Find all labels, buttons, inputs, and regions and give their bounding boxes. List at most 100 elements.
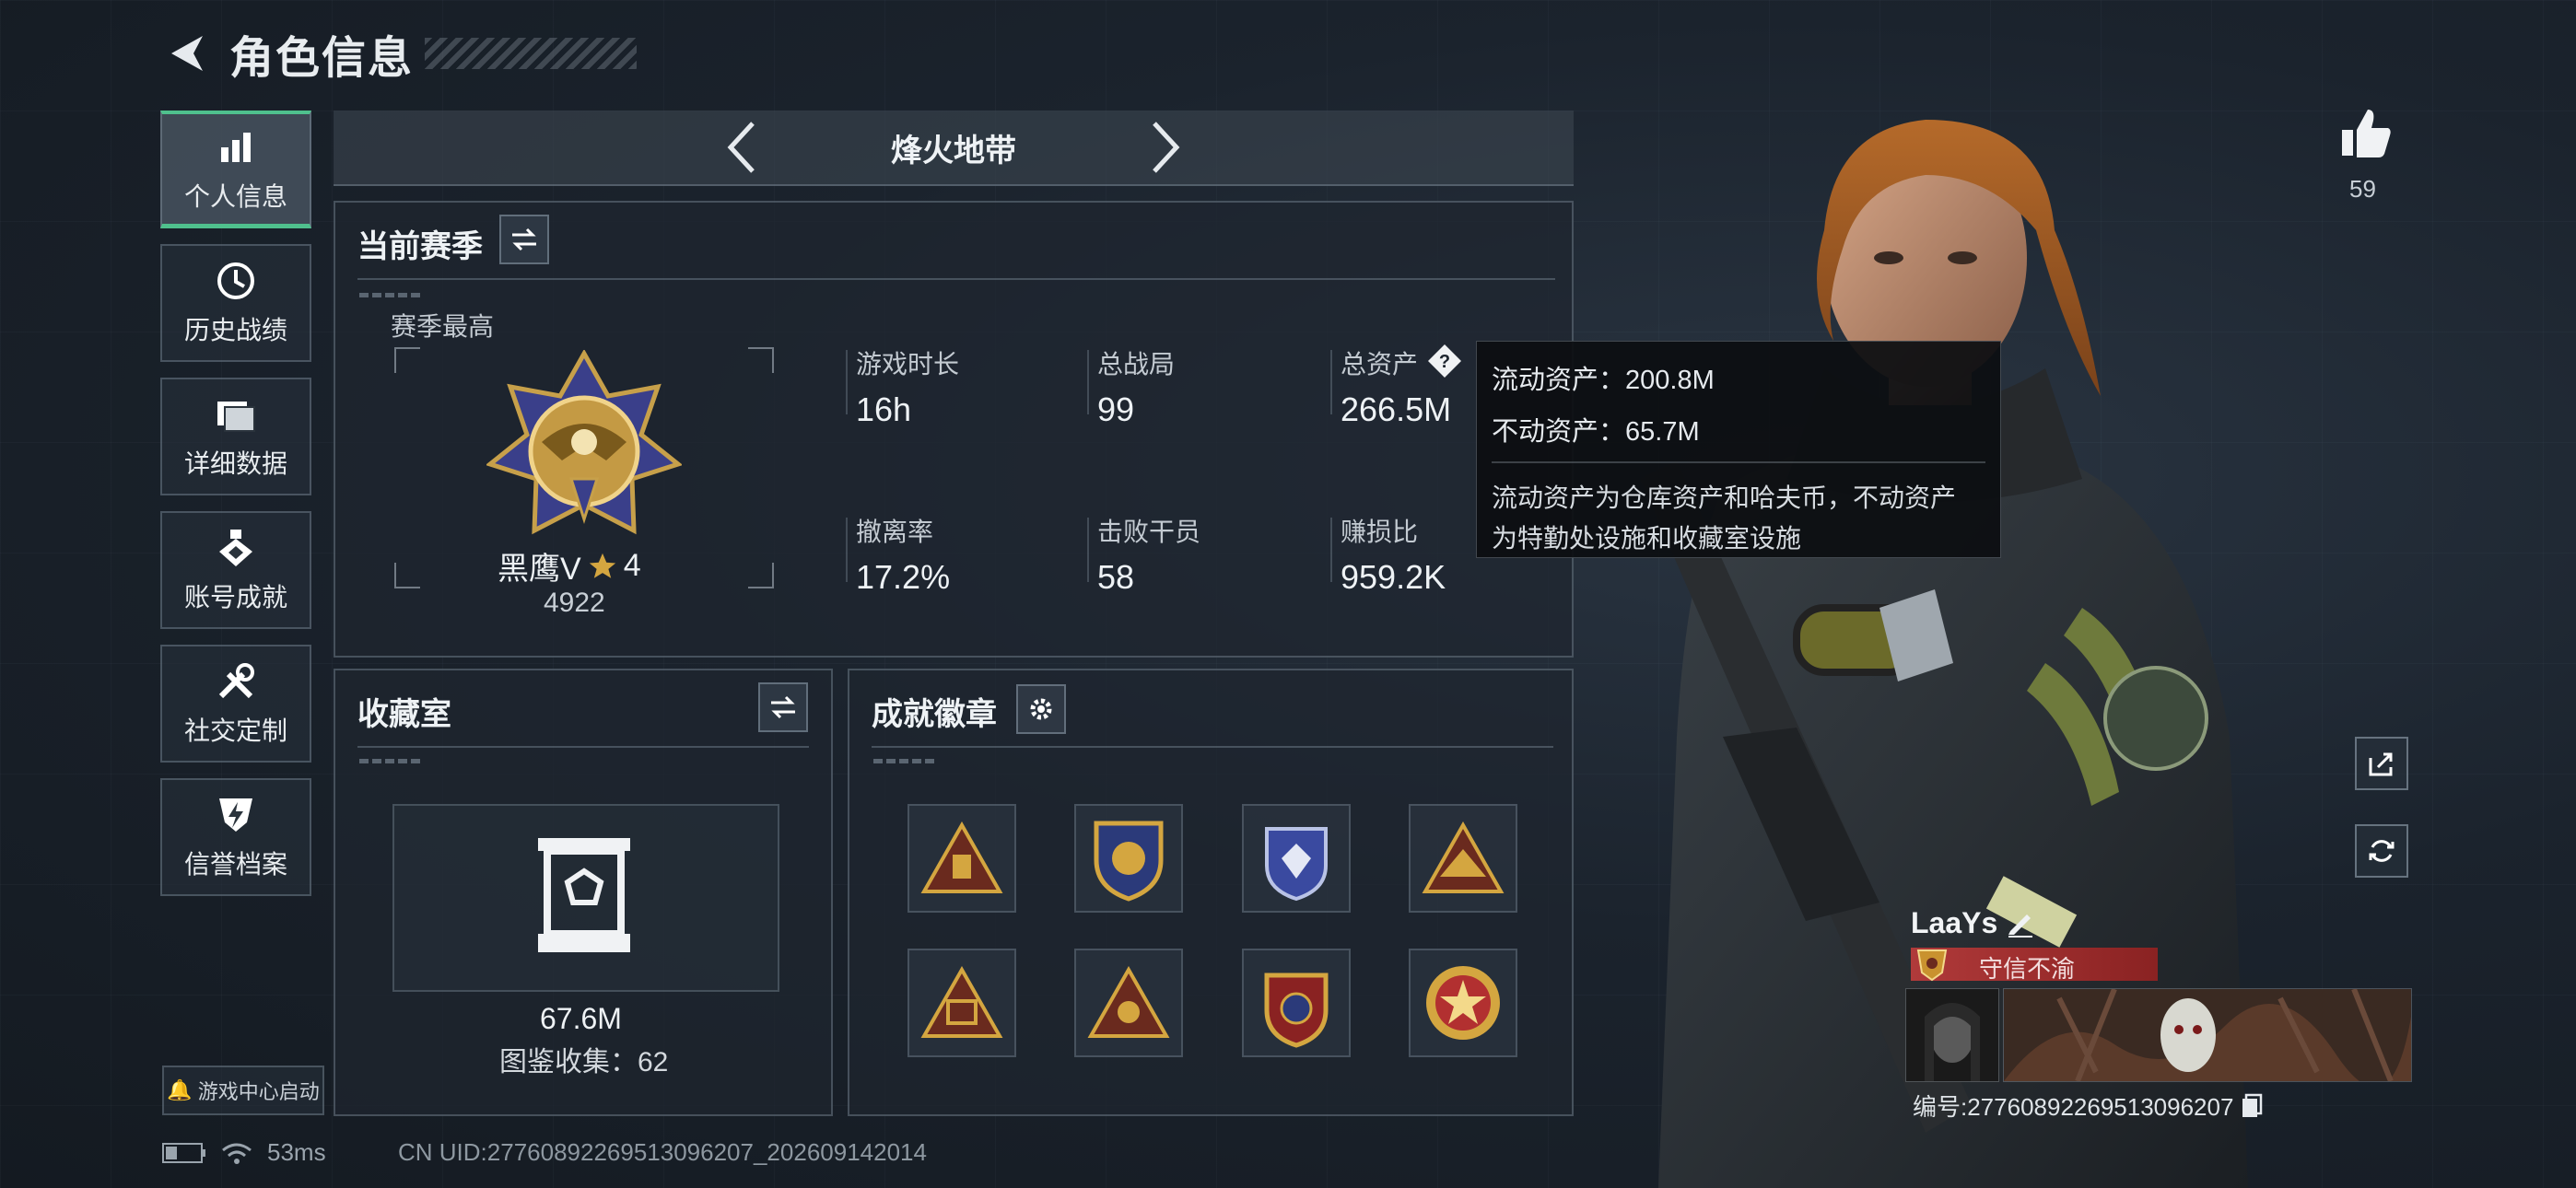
stat-label: 赚损比 (1341, 518, 1419, 546)
stat-value: 58 (1097, 558, 1135, 596)
tooltip-note: 流动资产为仓库资产和哈夫币，不动资产 (1492, 483, 1957, 512)
assets-tooltip: 流动资产：200.8M 不动资产：65.7M 流动资产为仓库资产和哈夫币，不动资… (1476, 341, 2001, 558)
avatar[interactable] (1905, 988, 1999, 1082)
divider (1330, 350, 1332, 414)
divider (873, 759, 938, 763)
divider (846, 518, 848, 582)
triangle-hands-badge-icon (1087, 966, 1170, 1038)
help-question-icon[interactable]: ? (1426, 343, 1463, 379)
shield-badge-icon (1094, 821, 1164, 902)
vault-switch-button[interactable] (758, 682, 808, 732)
achievement-badge[interactable] (907, 949, 1016, 1057)
achievement-badge[interactable] (1409, 804, 1517, 913)
vault-value: 67.6M (540, 1002, 622, 1035)
sidebar-item-social[interactable]: 社交定制 (160, 645, 311, 763)
bar-chart-icon (214, 125, 258, 169)
stat-total-matches: 总战局 99 (1097, 344, 1175, 429)
stat-extract-rate: 撤离率 17.2% (856, 512, 950, 597)
stat-kills: 击败干员 58 (1097, 512, 1200, 597)
stat-playtime: 游戏时长 16h (856, 344, 959, 429)
status-bar: 53ms (162, 1138, 326, 1167)
svg-text:?: ? (1439, 352, 1450, 372)
stat-value: 16h (856, 390, 912, 428)
sidebar: 个人信息 历史战绩 详细数据 账号成就 社交定制 信誉档案 (160, 111, 313, 912)
refresh-button[interactable] (2355, 824, 2408, 878)
bell-icon: 🔔 (167, 1078, 193, 1101)
refresh-icon (2369, 840, 2395, 862)
player-name: LaaYs (1911, 906, 1998, 939)
season-switch-button[interactable] (499, 215, 549, 264)
achievement-badge[interactable] (907, 804, 1016, 913)
uid-text: CN UID:27760892269513096207_202609142014 (398, 1138, 927, 1166)
divider (359, 293, 424, 297)
stat-value: 17.2% (856, 558, 951, 596)
stat-label: 撤离率 (856, 518, 934, 546)
sidebar-item-achievements[interactable]: 账号成就 (160, 511, 311, 629)
star-medal-badge-icon (1426, 966, 1500, 1040)
prev-mode-arrow-icon[interactable] (714, 120, 769, 175)
achievement-badge[interactable] (1242, 949, 1351, 1057)
rank-emblem-icon (486, 350, 682, 535)
thumbs-up-icon[interactable] (2338, 106, 2394, 161)
switch-arrows-icon (771, 695, 795, 719)
stat-profit-loss: 赚损比 959.2K (1341, 512, 1446, 597)
player-id-text: 编号:27760892269513096207 (1913, 1093, 2234, 1121)
edit-pencil-icon[interactable] (2005, 907, 2036, 938)
next-mode-arrow-icon[interactable] (1138, 120, 1193, 175)
stat-value: 99 (1097, 390, 1135, 428)
achievement-badge[interactable] (1409, 949, 1517, 1057)
back-arrow-icon[interactable] (161, 28, 213, 79)
switch-arrows-icon (512, 227, 536, 251)
sidebar-item-label: 历史战绩 (183, 316, 287, 344)
player-id: 编号:27760892269513096207 (1913, 1089, 2263, 1123)
stat-label: 游戏时长 (856, 350, 960, 379)
stat-label: 击败干员 (1097, 518, 1201, 546)
share-button[interactable] (2355, 737, 2408, 790)
stat-value: 266.5M (1341, 390, 1452, 428)
tooltip-note: 为特勤处设施和收藏室设施 (1492, 524, 1802, 553)
achievement-badge[interactable] (1242, 804, 1351, 913)
sidebar-item-profile[interactable]: 个人信息 (160, 111, 311, 228)
divider (1330, 518, 1332, 582)
star-shield-badge-icon (1264, 973, 1329, 1048)
sidebar-item-reputation[interactable]: 信誉档案 (160, 778, 311, 896)
page-header: 角色信息 (161, 26, 638, 83)
mode-title: 烽火地带 (891, 133, 1016, 169)
sidebar-item-history[interactable]: 历史战绩 (160, 244, 311, 362)
triangle-sd-badge-icon (920, 966, 1003, 1038)
history-clock-icon (214, 259, 258, 303)
page-title: 角色信息 (229, 34, 415, 83)
folder-icon (214, 392, 258, 437)
liquid-assets-text: 流动资产：200.8M (1492, 366, 1715, 395)
title-emblem-icon (1916, 949, 1948, 982)
star-icon (589, 553, 615, 578)
achievement-badge[interactable] (1074, 804, 1183, 913)
divider (846, 350, 848, 414)
sidebar-item-label: 详细数据 (183, 449, 287, 478)
sidebar-item-details[interactable]: 详细数据 (160, 378, 311, 495)
rank-stars: 4 (623, 548, 641, 583)
battery-icon (162, 1142, 205, 1163)
stat-value: 959.2K (1341, 558, 1446, 596)
sidebar-item-label: 个人信息 (183, 181, 287, 211)
badges-panel-title: 成就徽章 (872, 697, 997, 732)
rank-score: 4922 (544, 588, 605, 618)
title-decoration (425, 38, 638, 69)
rank-name: 黑鹰V 4 (498, 543, 641, 588)
medal-icon (214, 526, 258, 570)
shield-bolt-icon (214, 793, 258, 837)
sidebar-item-label: 信誉档案 (183, 850, 287, 879)
game-center-button[interactable]: 🔔 游戏中心启动 (162, 1066, 324, 1115)
divider (359, 759, 424, 763)
ping-text: 53ms (267, 1138, 326, 1166)
like-count: 59 (2349, 175, 2376, 203)
badges-settings-button[interactable] (1016, 684, 1066, 734)
divider (1087, 350, 1089, 414)
copy-icon[interactable] (2241, 1093, 2263, 1119)
achievement-badge[interactable] (1074, 949, 1183, 1057)
mode-selector: 烽火地带 (334, 111, 1574, 186)
gear-icon (1030, 698, 1052, 720)
profile-banner-image[interactable] (2003, 988, 2412, 1082)
tools-icon (214, 659, 258, 704)
divider (1087, 518, 1089, 582)
